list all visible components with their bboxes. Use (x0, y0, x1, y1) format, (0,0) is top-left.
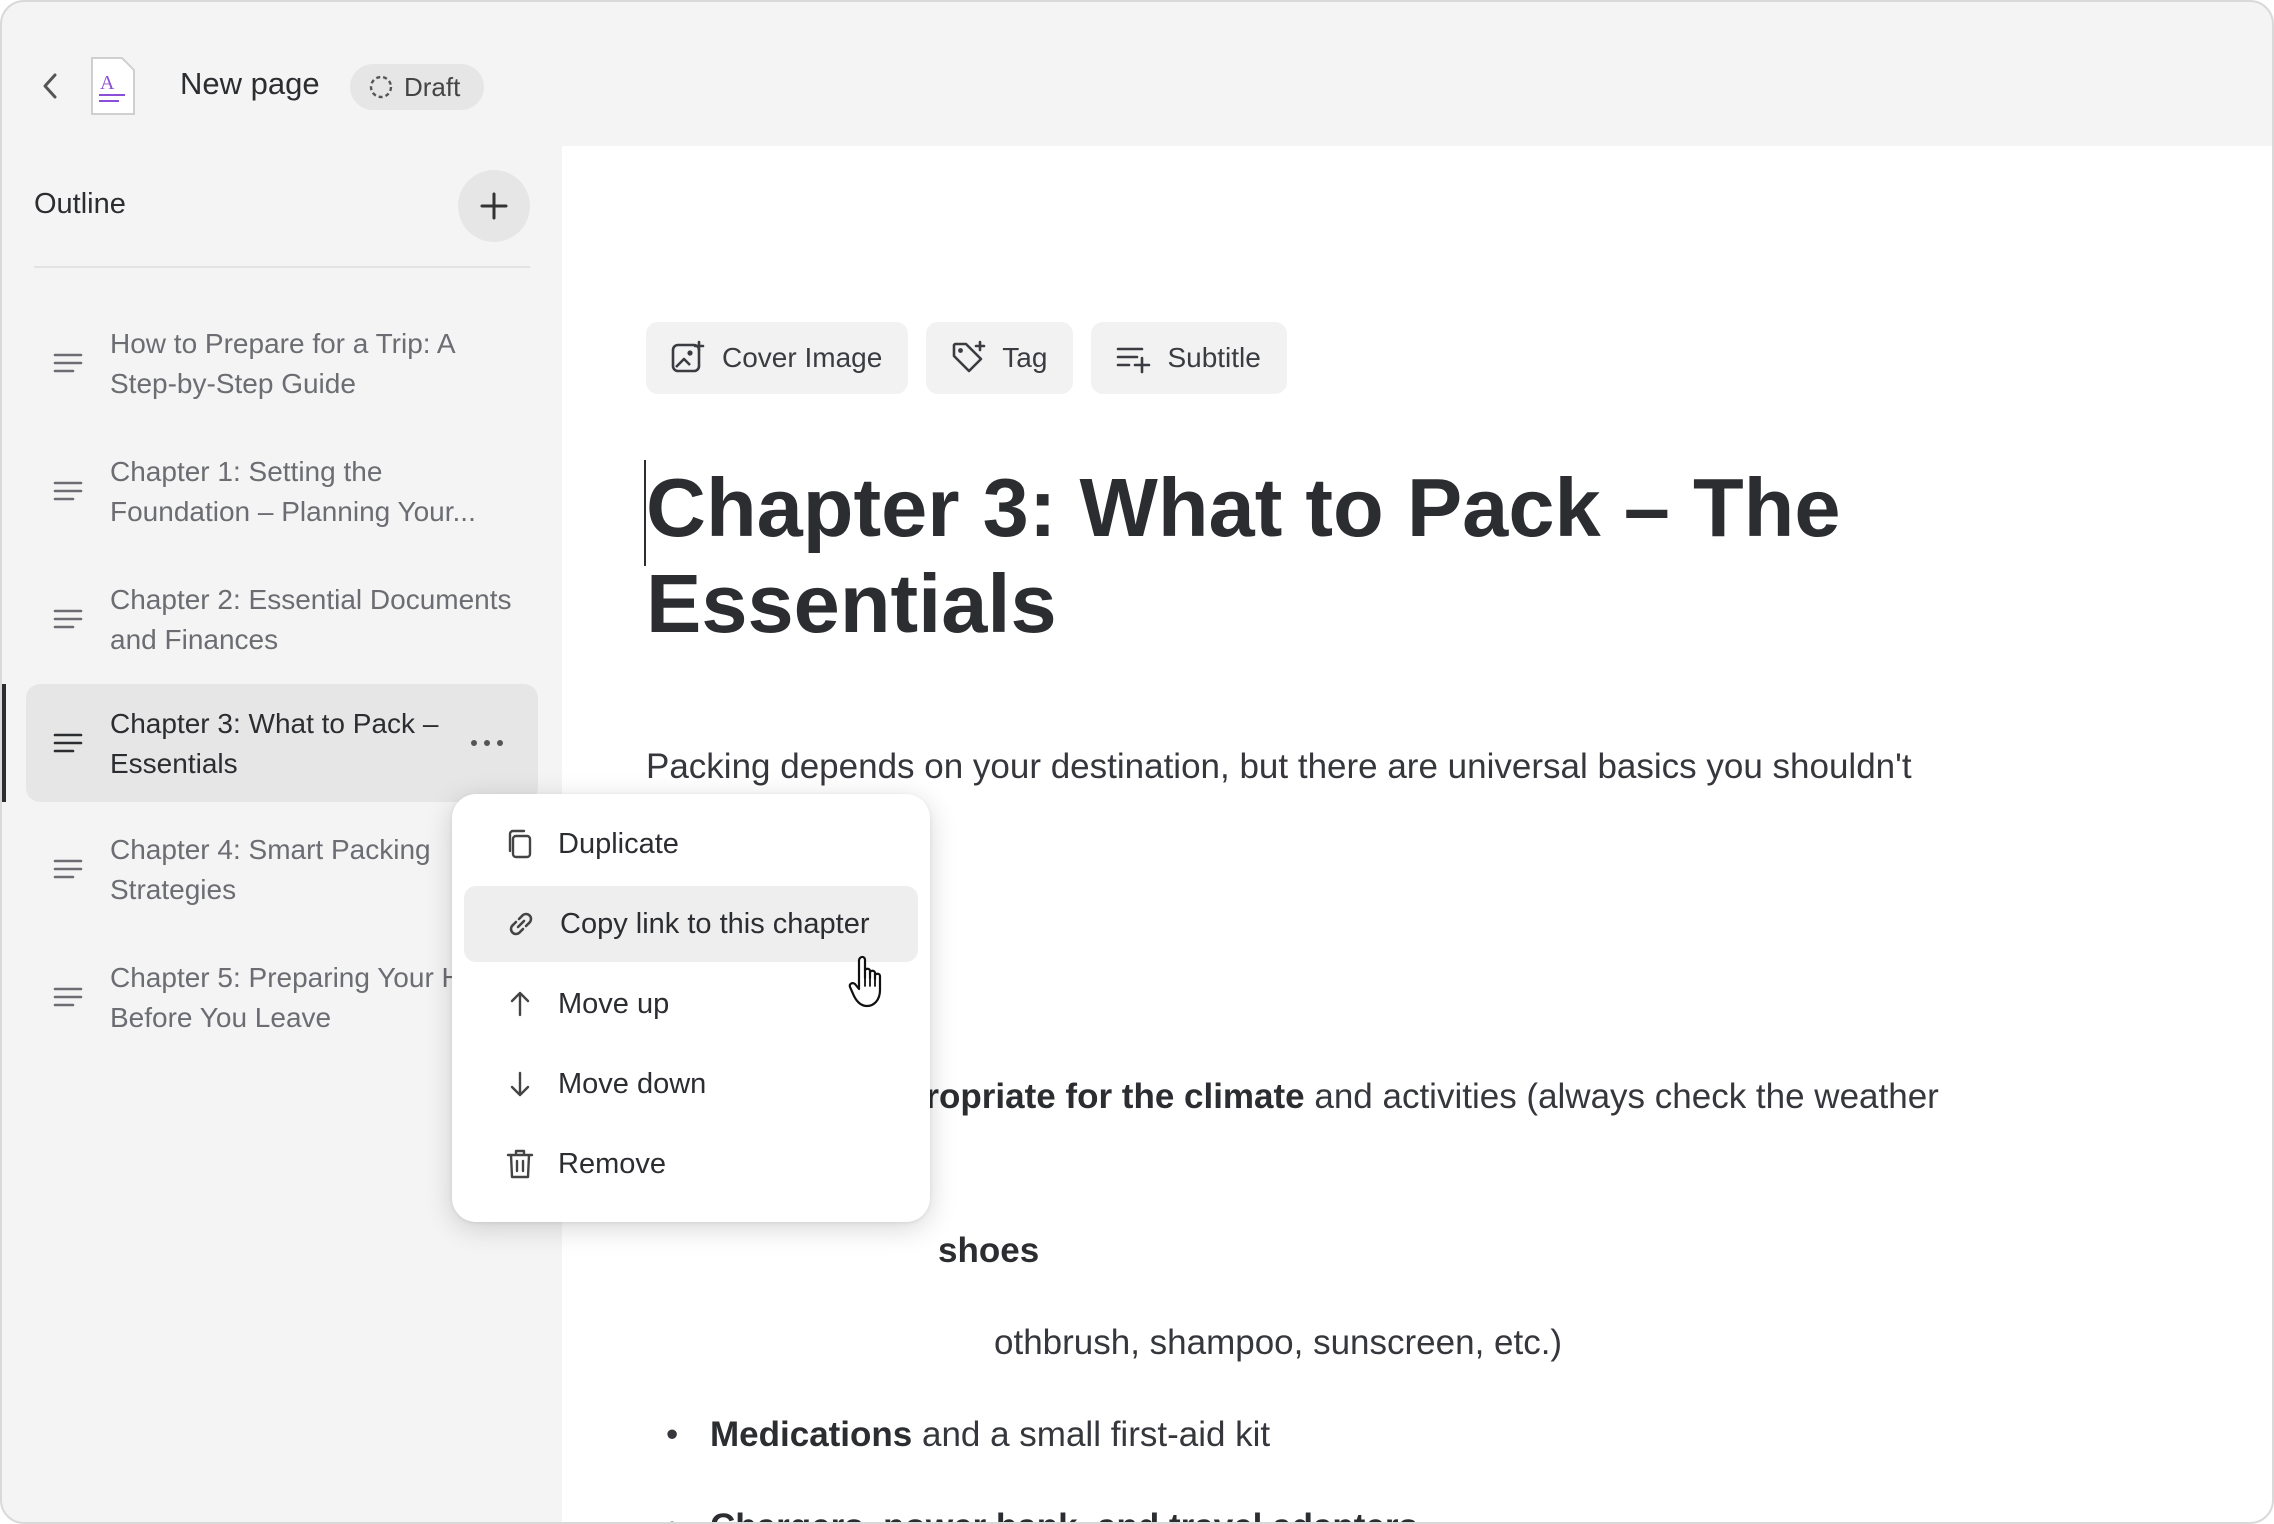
outline-item-chapter-2[interactable]: Chapter 2: Essential Documents and Finan… (26, 560, 538, 678)
menu-item-copy-link[interactable]: Copy link to this chapter (464, 886, 918, 962)
dashed-circle-icon (369, 75, 393, 99)
add-chapter-button[interactable] (458, 170, 530, 242)
list-item-bold: propriate for the climate (904, 1077, 1305, 1116)
cover-image-label: Cover Image (722, 342, 883, 373)
back-button[interactable] (32, 64, 68, 108)
text-lines-icon (53, 733, 83, 753)
more-options-button[interactable] (460, 722, 514, 764)
cover-image-button[interactable]: Cover Image (646, 322, 909, 394)
list-item-bold: Medications (710, 1415, 913, 1454)
status-badge[interactable]: Draft (350, 64, 485, 110)
svg-text:A: A (100, 72, 115, 94)
plus-icon (480, 192, 508, 220)
insert-toolbar: Cover Image Tag Subtitle (646, 322, 1287, 394)
text-lines-icon (53, 859, 83, 879)
divider (34, 266, 530, 268)
outline-title: Outline (34, 188, 126, 220)
outline-item-intro[interactable]: How to Prepare for a Trip: A Step-by-Ste… (26, 304, 538, 422)
arrow-down-icon (510, 1071, 530, 1097)
list-item[interactable]: Medications and a small first-aid kit (646, 1412, 1270, 1458)
status-badge-label: Draft (404, 71, 461, 102)
text-lines-icon (53, 609, 83, 629)
arrow-up-icon (510, 991, 530, 1017)
list-item[interactable]: shoes (646, 1228, 1039, 1274)
subtitle-label: Subtitle (1167, 342, 1261, 373)
more-horizontal-icon (471, 740, 503, 746)
list-item-text: othbrush, shampoo, sunscreen, etc.) (994, 1323, 1563, 1362)
list-item[interactable]: Chargers, power bank, and travel adapter… (646, 1504, 1418, 1522)
tag-plus-icon (952, 340, 986, 373)
trash-icon (506, 1149, 534, 1179)
link-icon (509, 912, 533, 936)
image-plus-icon (671, 340, 705, 373)
body-paragraph[interactable]: Packing depends on your destination, but… (646, 744, 2186, 790)
text-plus-icon (1117, 347, 1151, 374)
tag-label: Tag (1002, 342, 1048, 373)
list-item-bold: Chargers, power bank, and travel adapter… (710, 1507, 1418, 1522)
list-item-text: and a small first-aid kit (912, 1415, 1271, 1454)
menu-item-label: Move up (558, 987, 670, 1020)
outline-item-chapter-1[interactable]: Chapter 1: Setting the Foundation – Plan… (26, 432, 538, 550)
list-item[interactable]: othbrush, shampoo, sunscreen, etc.) (646, 1320, 1562, 1366)
menu-item-duplicate[interactable]: Duplicate (464, 806, 918, 882)
list-item-text: and activities (always check the weather (1304, 1077, 1939, 1116)
active-item-indicator (2, 684, 6, 802)
copy-icon (508, 829, 532, 859)
chapter-heading[interactable]: Chapter 3: What to Pack – The Essentials (646, 460, 2126, 652)
page-title[interactable]: New page (180, 66, 320, 102)
outline-item-label: Chapter 3: What to Pack – Essentials (110, 708, 439, 779)
outline-item-label: How to Prepare for a Trip: A Step-by-Ste… (110, 328, 454, 399)
menu-item-label: Move down (558, 1067, 707, 1100)
menu-item-label: Copy link to this chapter (560, 907, 870, 940)
menu-item-remove[interactable]: Remove (464, 1126, 918, 1202)
menu-item-label: Remove (558, 1147, 666, 1180)
text-lines-icon (53, 353, 83, 373)
outline-item-chapter-3[interactable]: Chapter 3: What to Pack – Essentials (26, 684, 538, 802)
chevron-left-icon (43, 73, 57, 99)
app-window: A New page Draft Outline How to Prepare … (0, 0, 2274, 1524)
subtitle-button[interactable]: Subtitle (1091, 322, 1287, 394)
top-bar: A New page Draft (2, 2, 2272, 146)
list-item-bold: shoes (938, 1231, 1040, 1270)
text-lines-icon (53, 987, 83, 1007)
menu-item-label: Duplicate (558, 827, 679, 860)
outline-item-label: Chapter 1: Setting the Foundation – Plan… (110, 456, 476, 527)
outline-item-label: Chapter 2: Essential Documents and Finan… (110, 584, 512, 655)
hand-pointer-icon (848, 955, 882, 1008)
tag-button[interactable]: Tag (926, 322, 1074, 394)
document-icon[interactable]: A (88, 56, 138, 116)
text-lines-icon (53, 481, 83, 501)
menu-item-move-down[interactable]: Move down (464, 1046, 918, 1122)
